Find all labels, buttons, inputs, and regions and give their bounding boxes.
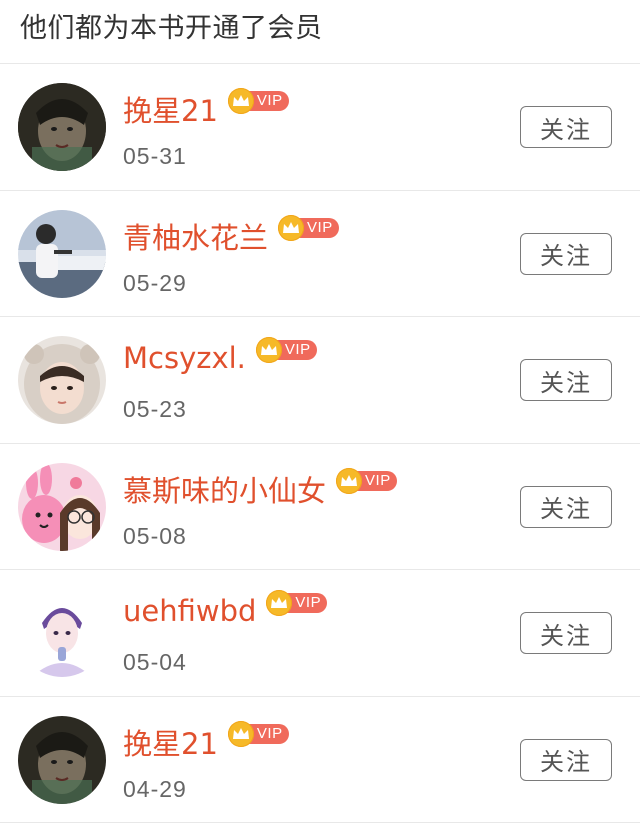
page-title: 他们都为本书开通了会员 — [20, 13, 323, 44]
vip-badge: VIP — [255, 337, 317, 363]
member-name[interactable]: Mcsyzxl. — [123, 341, 246, 375]
follow-button[interactable]: 关注 — [520, 359, 612, 401]
vip-badge: VIP — [266, 590, 328, 616]
follow-button[interactable]: 关注 — [520, 612, 612, 654]
member-name[interactable]: 挽星21 — [123, 721, 218, 763]
crown-icon — [336, 467, 363, 494]
follow-button[interactable]: 关注 — [520, 485, 612, 528]
avatar[interactable] — [18, 83, 106, 171]
member-name[interactable]: 慕斯味的小仙女 — [123, 468, 326, 510]
vip-badge: VIP — [278, 214, 339, 241]
join-date: 05-29 — [123, 269, 187, 296]
list-item[interactable]: 慕斯味的小仙女 VIP 05-08 关注 — [0, 444, 640, 570]
join-date: 04-29 — [123, 775, 187, 802]
crown-icon — [255, 337, 282, 363]
list-item[interactable]: Mcsyzxl. VIP 05-23 关注 — [0, 317, 640, 444]
avatar[interactable] — [18, 589, 106, 677]
join-date: 05-31 — [123, 143, 187, 169]
member-list: 挽星21 VIP 05-31 关注 青柚水花兰 VIP 05-29 关注 Mcs… — [0, 64, 640, 823]
avatar[interactable] — [18, 715, 106, 804]
vip-badge: VIP — [227, 720, 289, 747]
avatar[interactable] — [18, 462, 106, 551]
crown-icon — [227, 720, 254, 747]
follow-button[interactable]: 关注 — [520, 738, 612, 781]
crown-icon — [227, 88, 254, 114]
join-date: 05-08 — [123, 522, 187, 549]
member-name[interactable]: uehfiwbd — [123, 594, 256, 628]
join-date: 05-04 — [123, 649, 187, 675]
list-item[interactable]: uehfiwbd VIP 05-04 关注 — [0, 570, 640, 697]
member-name[interactable]: 挽星21 — [123, 88, 218, 130]
crown-icon — [278, 214, 305, 241]
page-header: 他们都为本书开通了会员 — [0, 0, 640, 64]
vip-badge: VIP — [336, 467, 397, 494]
avatar[interactable] — [18, 209, 106, 298]
avatar[interactable] — [18, 336, 106, 424]
list-item[interactable]: 青柚水花兰 VIP 05-29 关注 — [0, 191, 640, 317]
list-item[interactable]: 挽星21 VIP 05-31 关注 — [0, 64, 640, 191]
join-date: 05-23 — [123, 396, 187, 422]
vip-badge: VIP — [227, 88, 289, 114]
follow-button[interactable]: 关注 — [520, 232, 612, 275]
list-item[interactable]: 挽星21 VIP 04-29 关注 — [0, 697, 640, 823]
follow-button[interactable]: 关注 — [520, 106, 612, 148]
member-name[interactable]: 青柚水花兰 — [123, 215, 268, 257]
